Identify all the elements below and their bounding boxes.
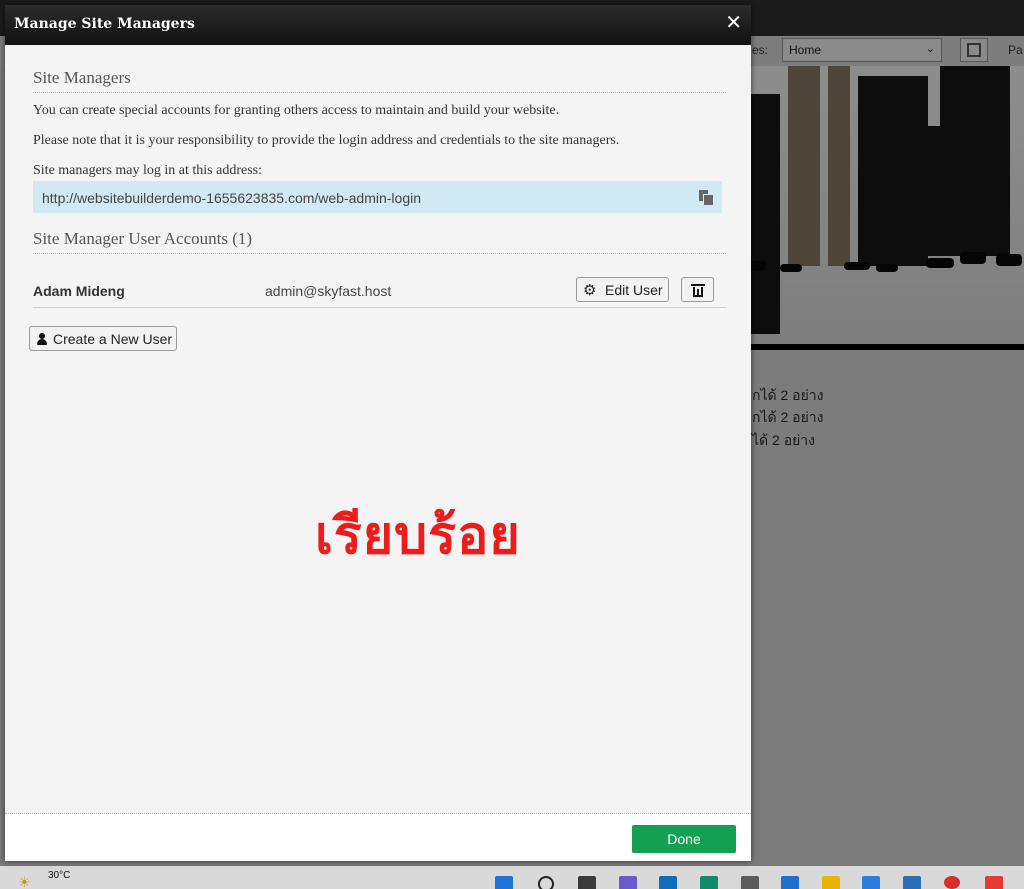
site-managers-heading: Site Managers [33,68,726,93]
weather-icon[interactable]: ☀ [18,874,31,889]
content-line: กได้ 2 อย่าง [752,409,824,425]
content-line: ได้ 2 อย่าง [752,432,816,448]
create-user-button[interactable]: Create a New User [29,326,177,351]
user-email: admin@skyfast.host [265,283,392,299]
dialog-footer: Done [5,813,751,861]
search-icon[interactable] [538,876,554,889]
user-name: Adam Mideng [33,283,125,299]
user-icon [37,333,47,345]
temperature: 30°C [48,870,71,881]
accounts-heading: Site Manager User Accounts (1) [33,229,726,254]
layout-button[interactable] [960,38,988,62]
anydesk-icon[interactable] [985,876,1003,889]
table-row: Adam Mideng admin@skyfast.host ⚙ Edit Us… [33,273,726,308]
delete-user-button[interactable] [681,277,714,302]
close-icon[interactable]: ✕ [725,13,742,33]
start-icon[interactable] [495,876,513,889]
annotation-text: เรียบร้อย [315,506,521,566]
page-select-value: Home [789,43,822,57]
store-icon[interactable] [862,876,880,889]
intro-text: You can create special accounts for gran… [33,103,560,118]
taskbar: ☀ 30°C [0,866,1024,889]
pa-label: Pa [1008,43,1023,57]
login-label: Site managers may log in at this address… [33,163,263,178]
outlook-icon[interactable] [659,876,677,889]
trash-icon [691,284,705,297]
chat-icon[interactable] [619,876,637,889]
page-select[interactable]: Home ⌄ [782,38,942,62]
edge-icon[interactable] [700,876,718,889]
pages-label: es: [752,43,769,57]
dialog-title: Manage Site Managers [14,16,195,32]
copy-icon[interactable] [699,190,714,206]
create-user-label: Create a New User [53,331,173,347]
login-url[interactable]: http://websitebuilderdemo-1655623835.com… [42,190,421,206]
note-text: Please note that it is your responsibili… [33,133,620,148]
edit-user-button[interactable]: ⚙ Edit User [576,277,669,302]
hero-image [750,66,1024,346]
calculator-icon[interactable] [741,876,759,889]
notepad-icon[interactable] [903,876,921,889]
login-url-box[interactable]: http://websitebuilderdemo-1655623835.com… [33,181,722,213]
vscode-icon[interactable] [781,876,799,889]
chrome-icon[interactable] [944,876,960,889]
chevron-down-icon: ⌄ [925,43,935,55]
edit-user-label: Edit User [605,282,663,298]
file-explorer-icon[interactable] [822,876,840,889]
content-line: กได้ 2 อย่าง [752,387,824,403]
manage-site-managers-dialog: Manage Site Managers ✕ Site Managers You… [5,5,751,861]
layout-icon [967,43,981,57]
done-button[interactable]: Done [632,825,736,853]
dialog-header: Manage Site Managers ✕ [5,5,751,45]
gear-icon: ⚙ [583,282,597,299]
task-view-icon[interactable] [578,876,596,889]
